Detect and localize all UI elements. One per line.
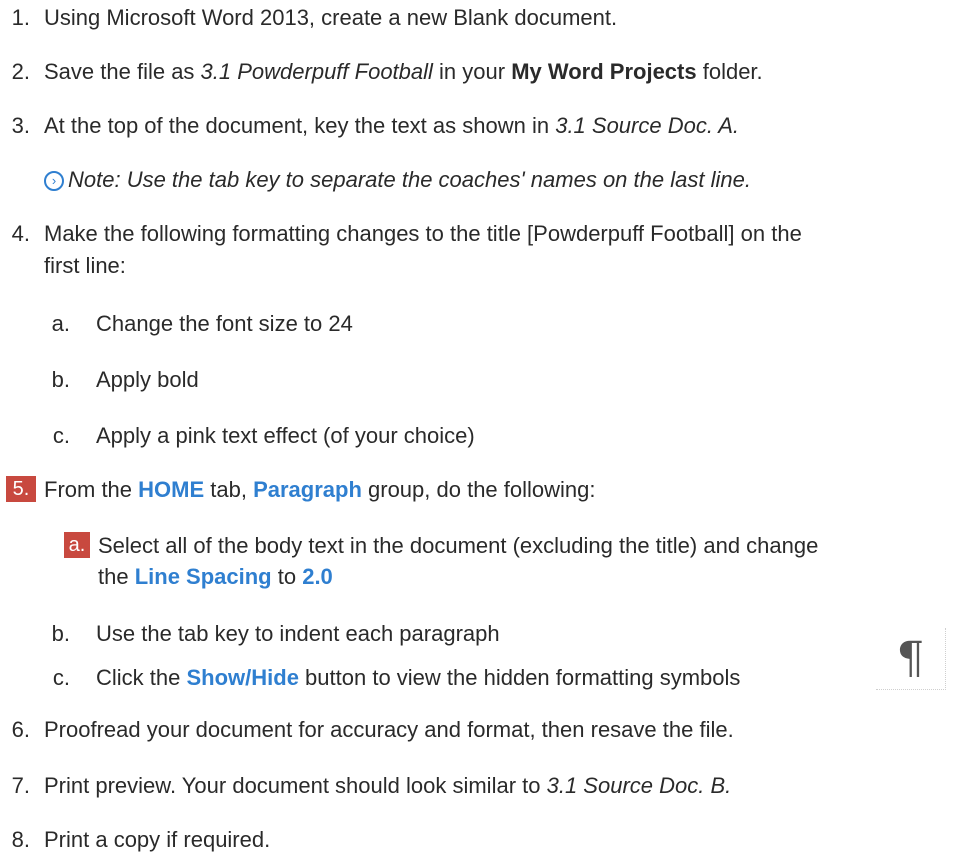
- step-text: At the top of the document, key the text…: [44, 112, 739, 140]
- text-segment: in your: [432, 59, 512, 84]
- step-number-badge: 5.: [6, 476, 36, 502]
- step-number: 1.: [11, 5, 30, 30]
- substep-text: Click the Show/Hide button to view the h…: [96, 664, 740, 692]
- text-segment: group, do the following:: [361, 477, 596, 502]
- circle-arrow-icon: ›: [44, 171, 64, 191]
- step-number: 3.: [11, 113, 30, 138]
- line-spacing-value: 2.0: [302, 564, 333, 589]
- substep-letter: a.: [51, 311, 70, 336]
- step-number: 4.: [11, 221, 30, 246]
- note-body: Note: Use the tab key to separate the co…: [68, 167, 751, 192]
- step-text: Print preview. Your document should look…: [44, 772, 731, 800]
- note-text: › Note: Use the tab key to separate the c…: [44, 166, 751, 194]
- home-tab-ref: HOME: [138, 477, 205, 502]
- text-segment: Print preview. Your document should look…: [44, 773, 547, 798]
- substep-letter: c.: [52, 423, 70, 448]
- step-text: Save the file as 3.1 Powderpuff Football…: [44, 58, 763, 86]
- text-segment: From the: [44, 477, 139, 502]
- line-spacing-ref: Line Spacing: [134, 564, 272, 589]
- step-text: Print a copy if required.: [44, 827, 271, 852]
- text-segment: folder.: [696, 59, 763, 84]
- step-number: 6.: [11, 717, 30, 742]
- substep-text: Change the font size to 24: [96, 311, 353, 336]
- step-text: Using Microsoft Word 2013, create a new …: [44, 5, 618, 30]
- step-text-line2: first line:: [44, 253, 126, 278]
- step-number: 8.: [11, 827, 30, 852]
- show-hide-button-image: ¶: [876, 628, 946, 690]
- step-text-line1: Make the following formatting changes to…: [44, 221, 802, 246]
- step-number: 2.: [11, 59, 30, 84]
- pilcrow-icon: ¶: [896, 633, 925, 684]
- substep-text-line2: the Line Spacing to 2.0: [98, 563, 333, 591]
- substep-text: Use the tab key to indent each paragraph: [96, 621, 500, 646]
- text-segment: Save the file as: [44, 59, 201, 84]
- substep-letter: b.: [51, 621, 70, 646]
- text-segment: Click the: [96, 665, 187, 690]
- substep-text: Apply a pink text effect (of your choice…: [96, 423, 475, 448]
- text-segment: to: [271, 564, 303, 589]
- show-hide-ref: Show/Hide: [186, 665, 299, 690]
- source-doc-ref: 3.1 Source Doc. B.: [546, 773, 732, 798]
- text-segment: the: [98, 564, 135, 589]
- filename: 3.1 Powderpuff Football: [200, 59, 433, 84]
- folder-name: My Word Projects: [511, 59, 697, 84]
- step-text: Proofread your document for accuracy and…: [44, 717, 734, 742]
- step-number: 7.: [11, 773, 30, 798]
- text-segment: tab,: [204, 477, 254, 502]
- source-doc-ref: 3.1 Source Doc. A.: [555, 113, 740, 138]
- substep-letter: b.: [51, 367, 70, 392]
- step-text: From the HOME tab, Paragraph group, do t…: [44, 476, 596, 504]
- paragraph-group-ref: Paragraph: [253, 477, 362, 502]
- text-segment: button to view the hidden formatting sym…: [298, 665, 741, 690]
- text-segment: At the top of the document, key the text…: [44, 113, 556, 138]
- substep-text: Apply bold: [96, 367, 199, 392]
- substep-letter: c.: [52, 665, 70, 690]
- substep-text-line1: Select all of the body text in the docum…: [98, 533, 819, 558]
- substep-letter-badge: a.: [64, 532, 90, 558]
